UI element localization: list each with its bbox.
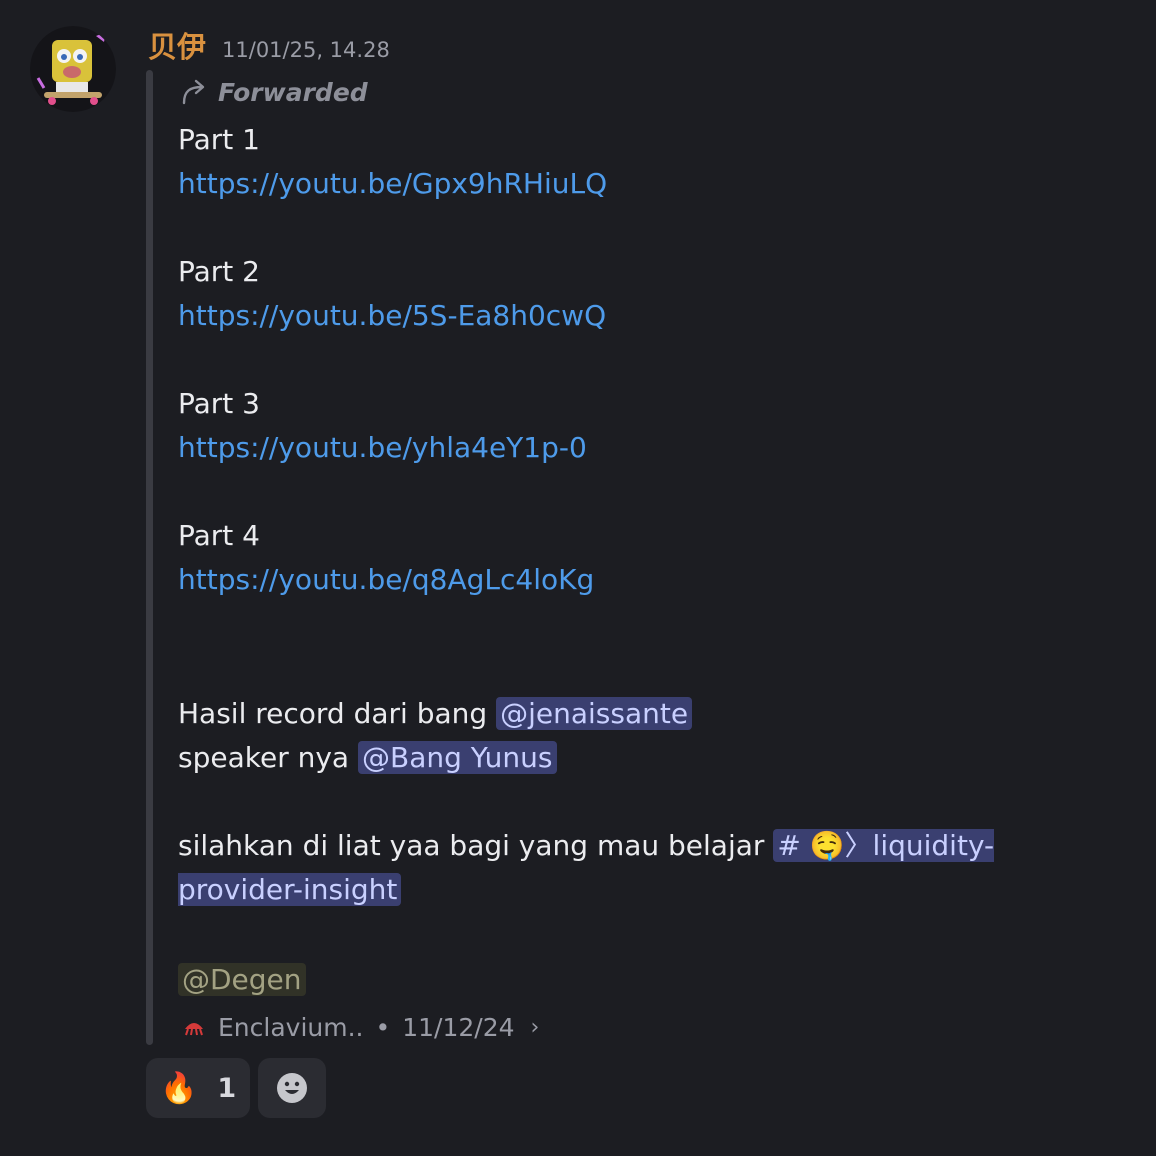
youtube-link[interactable]: https://youtu.be/yhla4eY1p-0 xyxy=(178,431,587,464)
learn-text: silahkan di liat yaa bagi yang mau belaj… xyxy=(178,829,774,862)
forwarded-label: Forwarded xyxy=(180,74,368,110)
server-name[interactable]: Enclavium.. xyxy=(218,1013,363,1042)
chevron-right-icon[interactable]: › xyxy=(531,1015,540,1040)
timestamp[interactable]: 11/01/25, 14.28 xyxy=(222,38,390,62)
forward-arrow-icon xyxy=(182,79,205,105)
avatar[interactable] xyxy=(30,26,116,112)
message-content: Part 1 https://youtu.be/Gpx9hRHiuLQ Part… xyxy=(178,118,1118,1002)
part-label: Part 2 xyxy=(178,255,260,288)
message-header: 贝伊 11/01/25, 14.28 xyxy=(148,24,390,64)
user-mention-jenaissante[interactable]: @jenaissante xyxy=(496,697,693,730)
speaker-text: speaker nya xyxy=(178,741,358,774)
add-reaction-button[interactable] xyxy=(258,1058,327,1118)
username[interactable]: 贝伊 xyxy=(148,24,206,66)
smiley-icon xyxy=(277,1073,308,1103)
role-mention-degen[interactable]: @Degen xyxy=(178,963,306,996)
message: 贝伊 11/01/25, 14.28 Forwarded Part 1 http… xyxy=(0,0,1156,1156)
forward-bar xyxy=(146,70,153,1045)
footer-separator: • xyxy=(375,1012,391,1042)
reactions-bar: 🔥 1 xyxy=(146,1058,327,1118)
part-label: Part 1 xyxy=(178,123,260,156)
fire-emoji-icon: 🔥 xyxy=(160,1070,198,1106)
server-icon xyxy=(185,1023,203,1036)
youtube-link[interactable]: https://youtu.be/Gpx9hRHiuLQ xyxy=(178,167,607,200)
reaction-count: 1 xyxy=(217,1072,237,1104)
reaction-fire[interactable]: 🔥 1 xyxy=(146,1058,251,1118)
forward-source-footer[interactable]: Enclavium.. • 11/12/24 › xyxy=(182,1008,539,1046)
avatar-image xyxy=(30,26,116,112)
forwarded-text: Forwarded xyxy=(218,77,368,107)
user-mention-bang-yunus[interactable]: @Bang Yunus xyxy=(357,741,557,774)
source-date: 11/12/24 xyxy=(402,1012,515,1042)
part-label: Part 4 xyxy=(178,519,260,552)
part-label: Part 3 xyxy=(178,387,260,420)
record-text: Hasil record dari bang xyxy=(178,697,497,730)
youtube-link[interactable]: https://youtu.be/q8AgLc4loKg xyxy=(178,563,594,596)
youtube-link[interactable]: https://youtu.be/5S-Ea8h0cwQ xyxy=(178,299,606,332)
